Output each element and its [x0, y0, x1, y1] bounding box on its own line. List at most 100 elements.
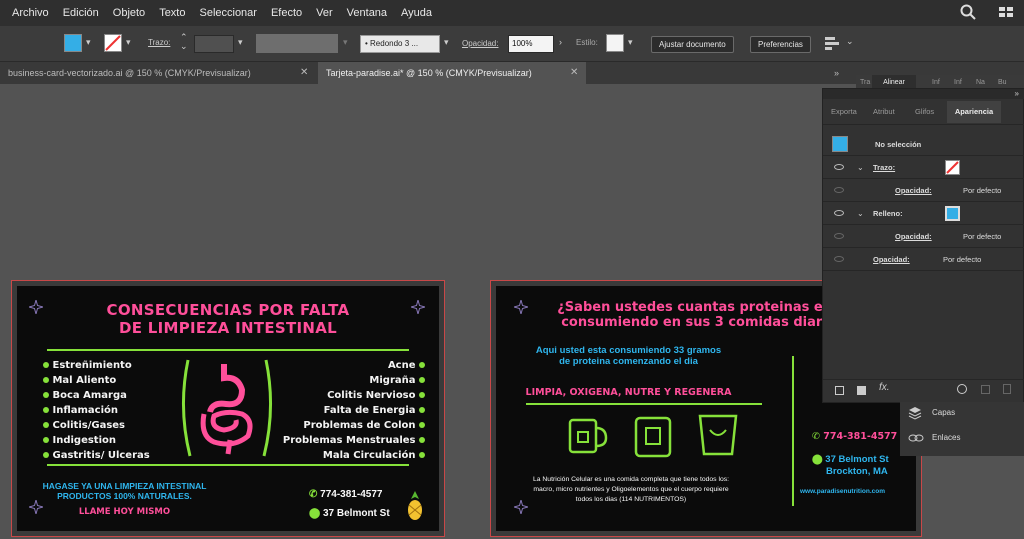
menu-texto[interactable]: Texto — [152, 0, 192, 26]
layers-icon[interactable] — [908, 406, 922, 420]
sparkle-icon — [29, 300, 43, 314]
new-fill-icon[interactable] — [857, 386, 866, 395]
new-stroke-icon[interactable] — [835, 386, 844, 395]
card2-divider — [526, 403, 762, 405]
symptom-item: Inflamación — [52, 405, 118, 416]
no-selection-label: No selección — [875, 140, 922, 149]
location-pin-icon: ⬤ — [812, 454, 823, 465]
selection-thumbnail — [832, 136, 848, 152]
card1-address: 37 Belmont St — [322, 508, 390, 519]
collapse-dock-icon[interactable]: » — [834, 62, 839, 84]
clear-appearance-icon[interactable] — [957, 384, 967, 394]
duplicate-icon[interactable] — [981, 385, 990, 394]
pineapple-icon — [408, 491, 422, 520]
preferences-button[interactable]: Preferencias — [750, 36, 811, 53]
card2-sub-line1: Aqui usted esta consumiendo 33 gramos — [535, 345, 722, 356]
align-dropdown-icon[interactable]: ⌄ — [846, 36, 854, 47]
chevron-down-icon[interactable]: ⌄ — [857, 202, 864, 225]
stroke-weight-dropdown-icon[interactable]: ▾ — [238, 37, 243, 48]
menu-objeto[interactable]: Objeto — [106, 0, 152, 26]
layers-label[interactable]: Capas — [932, 408, 955, 417]
panel-tab-export[interactable]: Exporta — [831, 101, 857, 123]
card2-tagline: LIMPIA, OXIGENA, NUTRE Y REGENERA — [525, 387, 732, 398]
eye-icon[interactable] — [834, 256, 844, 262]
search-icon[interactable] — [960, 4, 976, 20]
stroke-dropdown-icon[interactable]: ▾ — [126, 37, 131, 48]
fx-icon[interactable]: fx. — [879, 382, 890, 393]
variable-width-profile[interactable] — [256, 34, 338, 53]
card1-divider-bottom — [47, 464, 409, 466]
card1-divider — [47, 349, 409, 351]
align-icon[interactable] — [824, 35, 842, 51]
card2-body-line2: macro, micro nutrientes y Oligoelementos… — [533, 486, 729, 493]
menu-edicion[interactable]: Edición — [56, 0, 106, 26]
stroke-row-label[interactable]: Trazo: — [873, 156, 895, 179]
style-label: Estilo: — [576, 38, 598, 47]
fill-dropdown-icon[interactable]: ▾ — [86, 37, 91, 48]
eye-icon[interactable] — [834, 233, 844, 239]
collapse-panel-icon[interactable]: » — [1015, 89, 1019, 99]
panel-tab-attributes[interactable]: Atribut — [873, 101, 895, 123]
fill-swatch[interactable] — [945, 206, 960, 221]
tab-business-card[interactable]: business-card-vectorizado.ai @ 150 % (CM… — [0, 62, 320, 84]
object-opacity-label[interactable]: Opacidad: — [873, 248, 910, 271]
symptom-item: Boca Amarga — [52, 390, 127, 401]
adjust-document-button[interactable]: Ajustar documento — [651, 36, 734, 53]
stroke-none-swatch[interactable] — [104, 34, 122, 52]
panel-footer: fx. — [823, 379, 1024, 403]
menu-ver[interactable]: Ver — [309, 0, 340, 26]
menu-ayuda[interactable]: Ayuda — [394, 0, 439, 26]
appearance-panel: » Exporta Atribut Glifos Apariencia No s… — [822, 88, 1024, 403]
style-swatch[interactable] — [606, 34, 624, 52]
menu-efecto[interactable]: Efecto — [264, 0, 309, 26]
card1-phone: 774-381-4577 — [320, 489, 383, 500]
symptom-item: Acne — [387, 360, 416, 371]
fill-row-label[interactable]: Relleno: — [873, 202, 903, 225]
phone-icon: ✆ — [309, 489, 318, 500]
card2-phone: 774-381-4577 — [823, 431, 898, 442]
stroke-none-swatch[interactable] — [945, 160, 960, 175]
eye-icon[interactable] — [834, 164, 844, 170]
fill-opacity-label[interactable]: Opacidad: — [895, 225, 932, 248]
tab-tarjeta-paradise[interactable]: Tarjeta-paradise.ai* @ 150 % (CMYK/Previ… — [318, 62, 586, 84]
trash-icon[interactable] — [1003, 384, 1011, 394]
stroke-label[interactable]: Trazo: — [148, 34, 170, 52]
links-icon[interactable] — [908, 432, 924, 444]
stroke-opacity-label[interactable]: Opacidad: — [895, 179, 932, 202]
card2-address-line2: Brockton, MA — [826, 466, 888, 477]
profile-dropdown-icon[interactable]: ▾ — [343, 37, 348, 48]
links-label[interactable]: Enlaces — [932, 433, 960, 442]
stroke-weight-field[interactable] — [194, 35, 234, 53]
workspace-grid-icon[interactable] — [998, 4, 1014, 20]
style-dropdown-icon[interactable]: ▾ — [628, 37, 633, 48]
eye-icon[interactable] — [834, 210, 844, 216]
panel-tab-appearance[interactable]: Apariencia — [947, 101, 1001, 123]
eye-icon[interactable] — [834, 187, 844, 193]
symptom-item: Colitis Nervioso — [327, 390, 416, 401]
menu-bar: Archivo Edición Objeto Texto Seleccionar… — [0, 0, 1024, 26]
brush-dropdown-icon[interactable]: ▾ — [444, 37, 449, 48]
card1-title-line1: CONSECUENCIAS POR FALTA — [106, 301, 350, 319]
opacity-arrow-icon[interactable]: › — [559, 37, 562, 47]
close-tab-icon[interactable]: ✕ — [570, 62, 578, 84]
panel-header — [823, 89, 1024, 99]
symptom-item: Migraña — [369, 375, 416, 386]
card2-body-line1: La Nutrición Celular es una comida compl… — [532, 476, 730, 483]
card2-address-line1: 37 Belmont St — [825, 454, 889, 465]
menu-ventana[interactable]: Ventana — [340, 0, 394, 26]
business-card-front[interactable]: CONSECUENCIAS POR FALTA DE LIMPIEZA INTE… — [11, 280, 445, 537]
drink-icons-illustration — [568, 414, 738, 458]
fill-swatch[interactable] — [64, 34, 82, 52]
menu-archivo[interactable]: Archivo — [0, 0, 56, 26]
card2-vertical-divider — [792, 356, 794, 506]
close-tab-icon[interactable]: ✕ — [300, 62, 308, 84]
stroke-opacity-value: Por defecto — [963, 186, 1002, 195]
symptom-item: Gastritis/ Ulceras — [52, 450, 150, 461]
menu-seleccionar[interactable]: Seleccionar — [192, 0, 263, 26]
panel-tab-glyphs[interactable]: Glifos — [915, 101, 934, 123]
opacity-field[interactable]: 100% — [508, 35, 554, 53]
brush-definition[interactable]: • Redondo 3 ... — [360, 35, 440, 53]
opacity-label[interactable]: Opacidad: — [462, 35, 498, 53]
chevron-down-icon[interactable]: ⌄ — [857, 156, 864, 179]
stroke-weight-stepper[interactable]: ⌃ ⌄ — [180, 33, 188, 51]
